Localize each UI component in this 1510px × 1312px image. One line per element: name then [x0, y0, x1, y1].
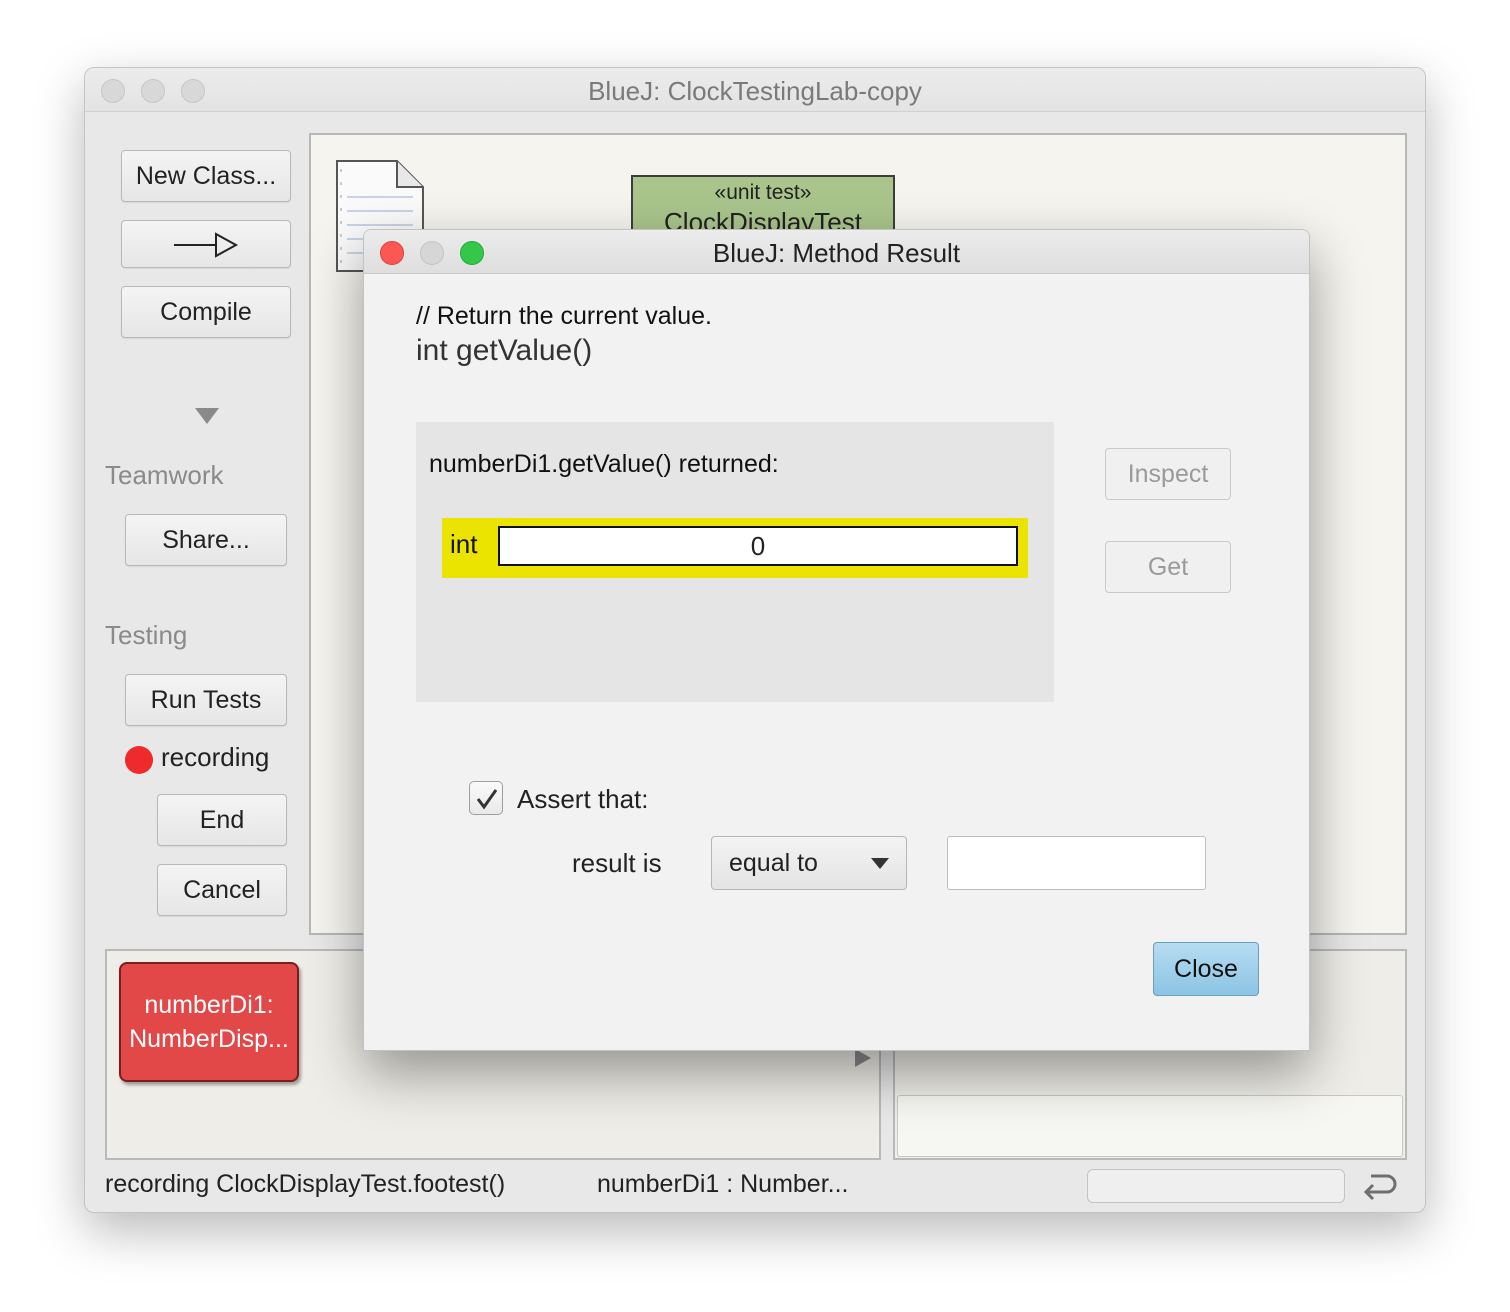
- result-value[interactable]: 0: [498, 526, 1018, 566]
- object-name: numberDi1:: [144, 991, 274, 1019]
- result-value-row[interactable]: int 0: [442, 518, 1028, 578]
- checkmark-icon: [476, 789, 498, 810]
- comparison-selected-value: equal to: [729, 849, 818, 877]
- new-class-button[interactable]: New Class...: [121, 150, 291, 202]
- chevron-down-icon: [871, 858, 889, 869]
- codepad-input[interactable]: [897, 1095, 1403, 1157]
- comparison-select[interactable]: equal to: [711, 836, 907, 890]
- method-signature: int getValue(): [416, 334, 593, 367]
- status-selected-object: numberDi1 : Number...: [597, 1170, 849, 1198]
- inheritance-arrow-icon: [174, 232, 239, 258]
- method-result-dialog: BlueJ: Method Result // Return the curre…: [363, 229, 1310, 1051]
- returned-label: numberDi1.getValue() returned:: [429, 450, 779, 478]
- share-button[interactable]: Share...: [125, 514, 287, 566]
- unit-test-stereotype: «unit test»: [714, 181, 812, 204]
- main-titlebar: BlueJ: ClockTestingLab-copy: [85, 68, 1425, 112]
- dialog-title: BlueJ: Method Result: [712, 238, 961, 268]
- reset-vm-icon[interactable]: [1361, 1170, 1397, 1202]
- close-button[interactable]: Close: [1153, 942, 1259, 996]
- teamwork-label: Teamwork: [105, 460, 224, 490]
- assert-checkbox[interactable]: [469, 781, 503, 815]
- run-tests-button[interactable]: Run Tests: [125, 674, 287, 726]
- assert-label: Assert that:: [517, 784, 649, 814]
- new-inheritance-arrow-button[interactable]: [121, 220, 291, 268]
- inspect-button[interactable]: Inspect: [1105, 448, 1231, 500]
- object-type: NumberDisp...: [129, 1025, 289, 1053]
- collapse-triangle-icon[interactable]: [193, 406, 221, 426]
- object-bench-item-numberdi1[interactable]: numberDi1: NumberDisp...: [119, 962, 299, 1082]
- status-recording-text: recording ClockDisplayTest.footest(): [105, 1170, 506, 1198]
- end-recording-button[interactable]: End: [157, 794, 287, 846]
- cancel-recording-button[interactable]: Cancel: [157, 864, 287, 916]
- recording-label: recording: [161, 742, 270, 772]
- recording-indicator-icon: [125, 746, 153, 774]
- testing-label: Testing: [105, 620, 188, 650]
- result-is-label: result is: [572, 848, 662, 878]
- compile-button[interactable]: Compile: [121, 286, 291, 338]
- progress-indicator: [1087, 1169, 1345, 1203]
- result-type: int: [450, 529, 478, 559]
- method-comment: // Return the current value.: [416, 302, 712, 330]
- dialog-titlebar: BlueJ: Method Result: [364, 230, 1309, 274]
- expected-value-input[interactable]: [947, 836, 1206, 890]
- get-button[interactable]: Get: [1105, 541, 1231, 593]
- main-window-title: BlueJ: ClockTestingLab-copy: [588, 76, 922, 106]
